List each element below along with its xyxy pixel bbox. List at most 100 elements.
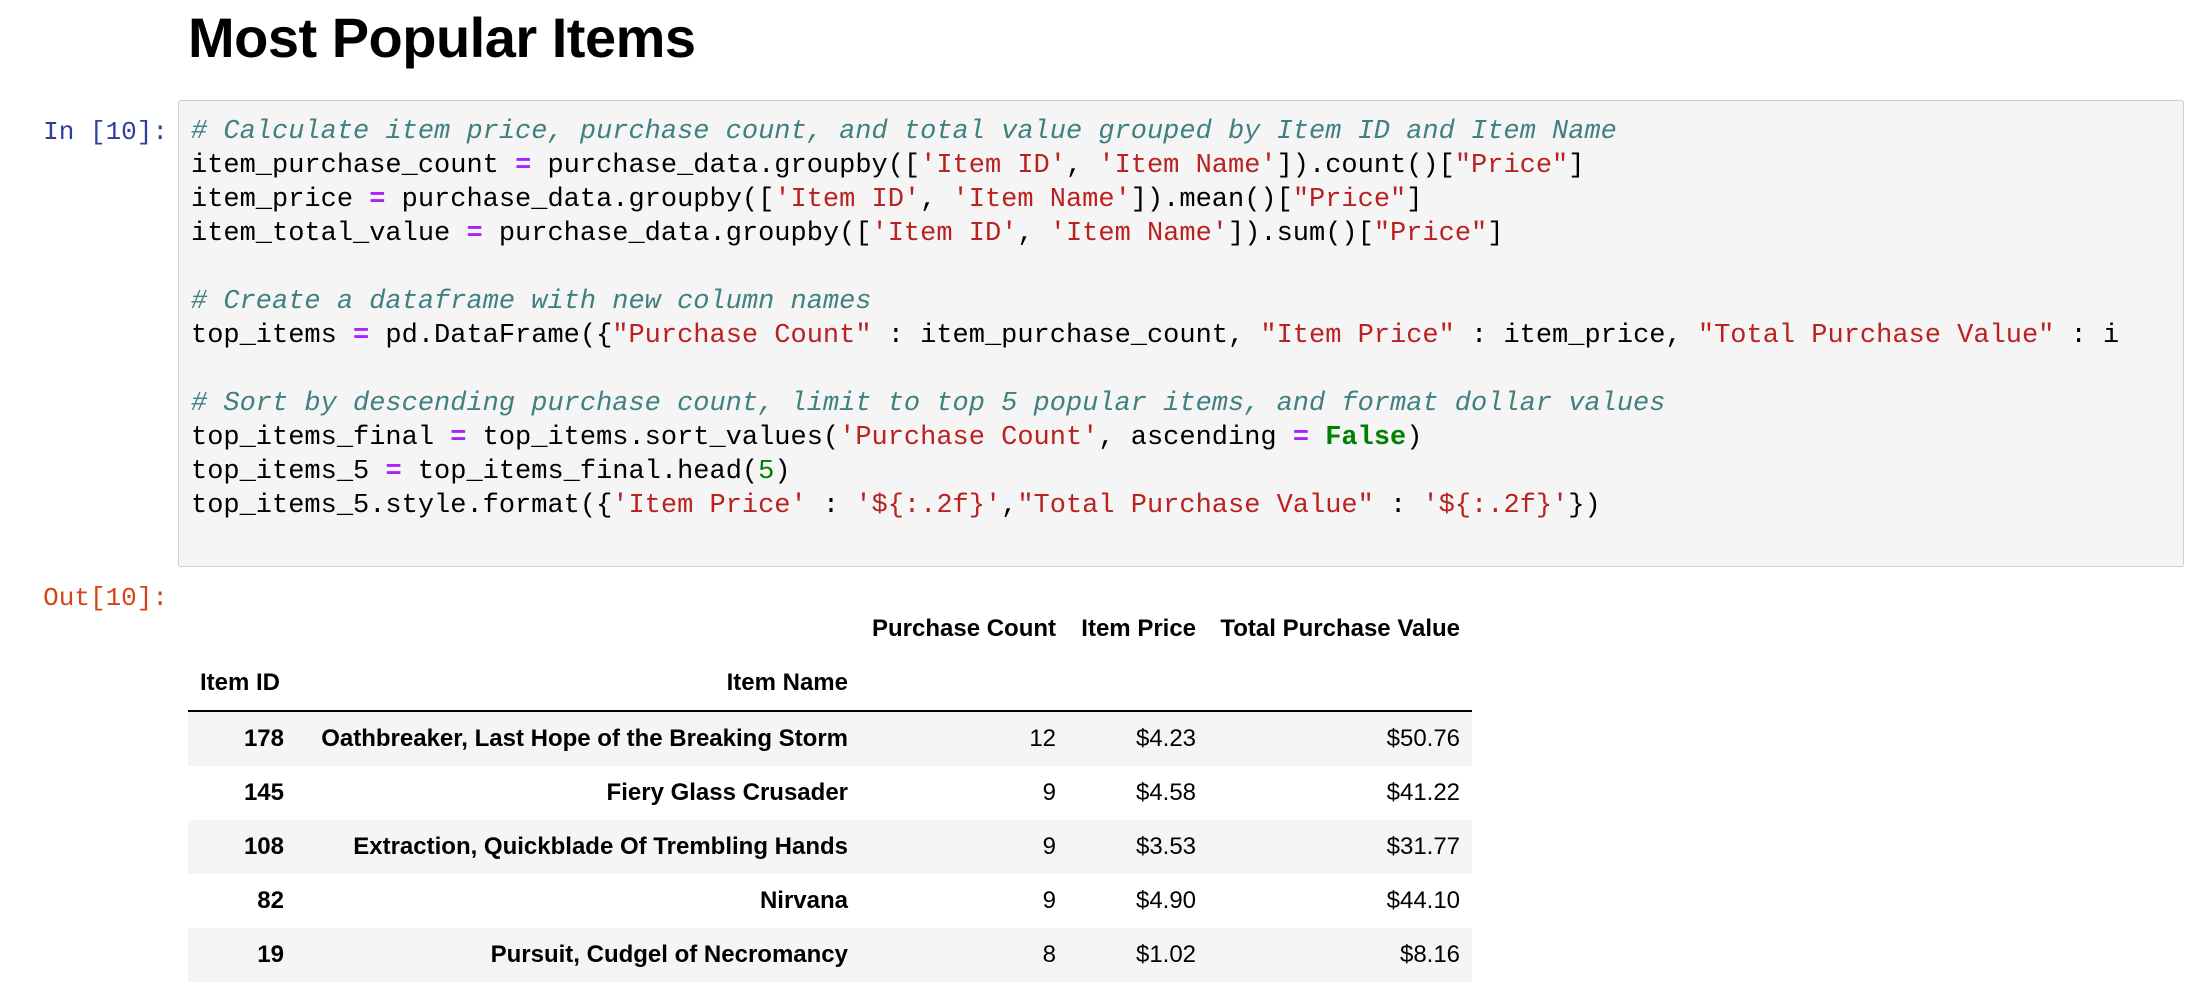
- index-header-item-id: Item ID: [188, 656, 296, 712]
- code-string: "Price": [1292, 185, 1407, 215]
- code-text: ,: [1065, 151, 1099, 181]
- code-line: item_total_value = purchase_data.groupby…: [191, 217, 2119, 251]
- index-header-row: Item ID Item Name: [188, 656, 1473, 712]
- row-item-price: $3.53: [1135, 833, 1197, 860]
- code-keyword: False: [1325, 423, 1407, 453]
- row-item-name: Fiery Glass Crusader: [606, 779, 848, 806]
- code-string: 'Item Name': [952, 185, 1131, 215]
- code-text: : item_price,: [1454, 321, 1698, 351]
- code-text: purchase_data.groupby([: [385, 185, 775, 215]
- row-total-value: $31.77: [1386, 833, 1461, 860]
- code-operator: =: [369, 185, 386, 215]
- row-item-id: 19: [257, 941, 284, 968]
- index-header-item-name: Item Name: [296, 656, 860, 712]
- column-header-total-purchase-value: Total Purchase Value: [1220, 615, 1461, 642]
- row-item-name: Pursuit, Cudgel of Necromancy: [490, 941, 848, 968]
- row-total-value: $44.10: [1386, 887, 1461, 914]
- row-total-value: $8.16: [1399, 941, 1461, 968]
- code-text: item_price: [191, 185, 370, 215]
- code-text: item_purchase_count: [191, 151, 516, 181]
- code-operator: =: [1292, 423, 1310, 453]
- table-row: 178 Oathbreaker, Last Hope of the Breaki…: [188, 711, 1473, 766]
- code-string: 'Item Name': [1049, 219, 1228, 249]
- code-text: ): [1406, 423, 1423, 453]
- table-row: 19 Pursuit, Cudgel of Necromancy 8 $1.02…: [188, 928, 1473, 982]
- code-string: "Price": [1373, 219, 1488, 249]
- code-line: top_items_5.style.format({'Item Price' :…: [191, 489, 2119, 523]
- code-operator: =: [353, 321, 370, 351]
- row-item-price: $4.90: [1135, 887, 1197, 914]
- section-heading: Most Popular Items: [188, 6, 696, 69]
- table-row: 108 Extraction, Quickblade Of Trembling …: [188, 820, 1473, 874]
- code-text: ]).count()[: [1276, 151, 1455, 181]
- code-text: ]).mean()[: [1130, 185, 1293, 215]
- table-row: 82 Nirvana 9 $4.90 $44.10: [188, 874, 1473, 928]
- row-purchase-count: 8: [1042, 941, 1057, 968]
- code-text: top_items_5.style.format({: [191, 491, 613, 521]
- code-line: # Create a dataframe with new column nam…: [191, 285, 2119, 319]
- code-comment: # Create a dataframe with new column nam…: [191, 287, 872, 317]
- code-line: item_purchase_count = purchase_data.grou…: [191, 149, 2119, 183]
- output-prompt: Out[10]:: [43, 583, 168, 613]
- code-text: ]: [1568, 151, 1585, 181]
- row-item-id: 108: [243, 833, 284, 860]
- table-row: 145 Fiery Glass Crusader 9 $4.58 $41.22: [188, 766, 1473, 820]
- code-string: "Total Purchase Value": [1017, 491, 1374, 521]
- row-purchase-count: 12: [1029, 725, 1057, 752]
- code-string: "Total Purchase Value": [1697, 321, 2055, 351]
- code-string: 'Item Price': [612, 491, 807, 521]
- code-text: pd.DataFrame({: [369, 321, 613, 351]
- row-item-name: Extraction, Quickblade Of Trembling Hand…: [353, 833, 848, 860]
- code-operator: =: [385, 457, 402, 487]
- row-purchase-count: 9: [1042, 833, 1057, 860]
- code-text: ]: [1406, 185, 1423, 215]
- code-string: 'Item Name': [1098, 151, 1277, 181]
- code-text: ,: [920, 185, 953, 215]
- code-operator: =: [450, 423, 467, 453]
- header-blank-cell: [188, 602, 296, 656]
- row-item-price: $1.02: [1135, 941, 1197, 968]
- row-item-price: $4.58: [1135, 779, 1197, 806]
- code-text: , ascending: [1098, 423, 1293, 453]
- code-text: :: [806, 491, 856, 521]
- code-string: 'Item ID': [774, 185, 921, 215]
- code-text: ]).sum()[: [1228, 219, 1374, 249]
- code-cell-editor[interactable]: # Calculate item price, purchase count, …: [178, 100, 2184, 567]
- row-purchase-count: 9: [1042, 779, 1057, 806]
- code-line: top_items = pd.DataFrame({"Purchase Coun…: [191, 319, 2119, 353]
- dataframe-table: Purchase Count Item Price Total Purchase…: [188, 602, 1473, 982]
- row-item-id: 178: [243, 725, 284, 752]
- code-text: }): [1568, 491, 1601, 521]
- code-operator: =: [515, 151, 532, 181]
- row-total-value: $41.22: [1386, 779, 1461, 806]
- code-comment: # Calculate item price, purchase count, …: [191, 117, 1617, 147]
- code-line: # Sort by descending purchase count, lim…: [191, 387, 2119, 421]
- code-line: top_items_final = top_items.sort_values(…: [191, 421, 2119, 455]
- code-text: purchase_data.groupby([: [531, 151, 921, 181]
- header-blank-cell: [1208, 656, 1473, 712]
- code-number: 5: [758, 457, 775, 487]
- code-line: top_items_5 = top_items_final.head(5): [191, 455, 2119, 489]
- row-item-price: $4.23: [1135, 725, 1197, 752]
- code-text: top_items_final: [191, 423, 451, 453]
- code-string: 'Item ID': [871, 219, 1018, 249]
- code-text: top_items: [191, 321, 354, 351]
- code-string: "Purchase Count": [612, 321, 872, 351]
- row-purchase-count: 9: [1042, 887, 1057, 914]
- code-text: purchase_data.groupby([: [482, 219, 872, 249]
- code-area[interactable]: # Calculate item price, purchase count, …: [191, 115, 2119, 523]
- input-prompt: In [10]:: [43, 117, 168, 147]
- table-header-row: Purchase Count Item Price Total Purchase…: [188, 602, 1472, 656]
- code-string: "Item Price": [1260, 321, 1455, 351]
- code-comment: # Sort by descending purchase count, lim…: [191, 389, 1666, 419]
- header-blank-cell: [1068, 656, 1209, 712]
- code-operator: =: [466, 219, 483, 249]
- code-text: top_items.sort_values(: [466, 423, 840, 453]
- column-header-item-price: Item Price: [1081, 615, 1197, 642]
- code-string: 'Purchase Count': [839, 423, 1099, 453]
- row-item-name: Oathbreaker, Last Hope of the Breaking S…: [321, 725, 848, 752]
- column-header-purchase-count: Purchase Count: [872, 615, 1057, 642]
